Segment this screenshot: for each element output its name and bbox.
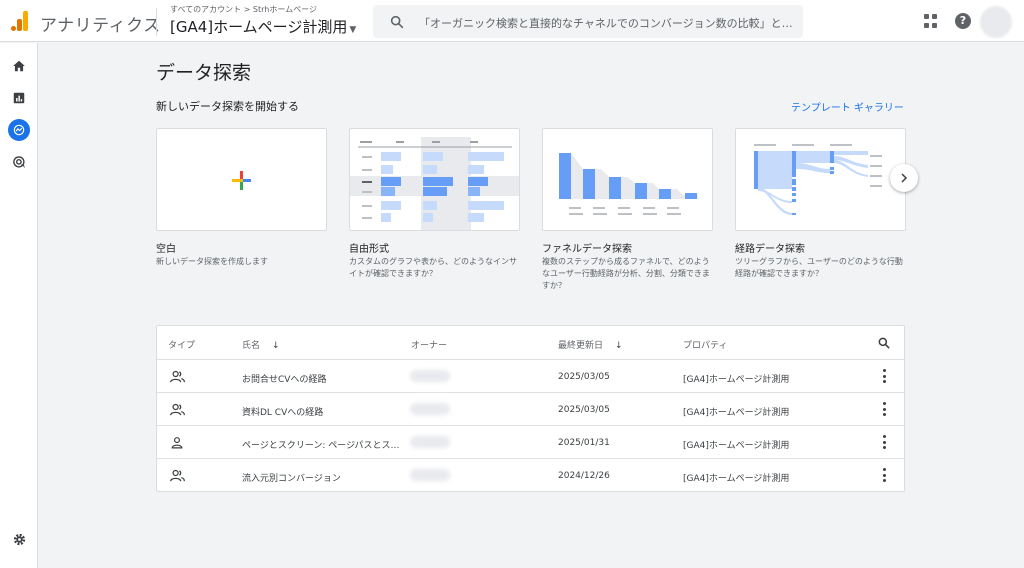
explorations-table: タイプ 氏名 ↓ オーナー 最終更新日 ↓ プロパティ お問合せCVへの経路 202… (156, 325, 905, 492)
header-updated-label: 最終更新日 (558, 341, 604, 351)
owner-avatar (410, 436, 450, 448)
more-vert-icon[interactable] (882, 402, 886, 416)
search-icon (390, 15, 404, 29)
template-desc-freeform: カスタムのグラフや表から、どのようなインサイトが確認できますか？ (349, 257, 517, 278)
home-icon[interactable] (8, 55, 30, 77)
sort-arrow-down-icon: ↓ (272, 341, 280, 351)
advertising-icon[interactable] (8, 151, 30, 173)
explore-icon[interactable] (8, 119, 30, 141)
shared-users-icon (170, 370, 185, 383)
row-name[interactable]: 資料DL CVへの経路 (242, 405, 323, 418)
left-nav (0, 43, 38, 568)
table-search-icon[interactable] (877, 336, 891, 350)
row-name[interactable]: お問合せCVへの経路 (242, 372, 326, 385)
more-vert-icon[interactable] (882, 369, 886, 383)
account-breadcrumb[interactable]: すべてのアカウント > Strhホームページ (170, 4, 317, 15)
search-bar[interactable]: 「オーガニック検索と直接的なチャネルでのコンバージョン数の比較」と検索 (373, 5, 803, 38)
property-selector[interactable]: [GA4]ホームページ計測用 ▼ (170, 16, 356, 37)
owner-avatar (410, 370, 450, 382)
row-updated: 2024/12/26 (558, 471, 610, 481)
template-card-freeform[interactable] (349, 128, 520, 231)
top-bar: アナリティクス すべてのアカウント > Strhホームページ [GA4]ホームペ… (0, 0, 1024, 42)
template-desc-blank: 新しいデータ探索を作成します (156, 257, 268, 266)
property-name: [GA4]ホームページ計測用 (170, 18, 348, 36)
template-desc-funnel: 複数のステップから成るファネルで、どのようなユーザー行動経路が分析、分割、分類で… (542, 257, 710, 290)
path-tree-thumbnail (754, 144, 882, 215)
page-title: データ探索 (156, 62, 252, 84)
avatar[interactable] (980, 6, 1012, 38)
analytics-logo[interactable] (11, 11, 29, 31)
chevron-right-icon (901, 173, 908, 183)
carousel-next-button[interactable] (890, 164, 918, 192)
single-user-icon (171, 437, 183, 449)
shared-users-icon (170, 469, 185, 482)
more-vert-icon[interactable] (882, 435, 886, 449)
owner-avatar (410, 469, 450, 481)
row-name[interactable]: 流入元別コンバージョン (242, 471, 341, 484)
template-title-path: 経路データ探索 (735, 244, 805, 255)
header-type[interactable]: タイプ (168, 338, 195, 351)
help-icon[interactable]: ? (955, 13, 971, 29)
divider (156, 8, 157, 36)
template-gallery-link[interactable]: テンプレート ギャラリー (791, 99, 904, 114)
template-title-funnel: ファネルデータ探索 (542, 244, 632, 255)
shared-users-icon (170, 403, 185, 416)
caret-down-icon: ▼ (349, 25, 357, 35)
table-row[interactable]: ページとスクリーン: ページパスとス… 2025/01/31 [GA4]ホームペ… (157, 425, 904, 458)
settings-icon[interactable] (8, 528, 30, 550)
table-row[interactable]: 流入元別コンバージョン 2024/12/26 [GA4]ホームページ計測用 (157, 458, 904, 491)
row-property: [GA4]ホームページ計測用 (683, 408, 790, 418)
more-vert-icon[interactable] (882, 468, 886, 482)
row-property: [GA4]ホームページ計測用 (683, 375, 790, 385)
header-name[interactable]: 氏名 ↓ (242, 338, 280, 351)
table-row[interactable]: 資料DL CVへの経路 2025/03/05 [GA4]ホームページ計測用 (157, 392, 904, 425)
template-title-blank: 空白 (156, 244, 176, 255)
search-placeholder: 「オーガニック検索と直接的なチャネルでのコンバージョン数の比較」と検索 (419, 17, 797, 30)
template-desc-path: ツリーグラフから、ユーザーのどのような行動経路が確認できますか？ (735, 257, 903, 278)
reports-icon[interactable] (8, 87, 30, 109)
template-card-blank[interactable] (156, 128, 327, 231)
row-property: [GA4]ホームページ計測用 (683, 474, 790, 484)
template-card-path[interactable] (735, 128, 906, 231)
header-name-label: 氏名 (242, 341, 261, 351)
row-updated: 2025/03/05 (558, 372, 610, 382)
template-title-freeform: 自由形式 (349, 244, 389, 255)
row-property: [GA4]ホームページ計測用 (683, 441, 790, 451)
template-card-funnel[interactable] (542, 128, 713, 231)
header-owner[interactable]: オーナー (411, 338, 447, 351)
table-row[interactable]: お問合せCVへの経路 2025/03/05 [GA4]ホームページ計測用 (157, 359, 904, 392)
owner-avatar (410, 403, 450, 415)
row-updated: 2025/03/05 (558, 405, 610, 415)
header-updated[interactable]: 最終更新日 ↓ (558, 338, 623, 351)
apps-grid-icon[interactable] (924, 14, 938, 28)
section-title: 新しいデータ探索を開始する (156, 100, 299, 113)
header-property[interactable]: プロパティ (683, 338, 727, 351)
row-updated: 2025/01/31 (558, 438, 610, 448)
app-title[interactable]: アナリティクス (40, 11, 161, 36)
plus-icon (232, 171, 251, 190)
sort-arrow-down-icon: ↓ (615, 341, 623, 351)
row-name[interactable]: ページとスクリーン: ページパスとス… (242, 438, 400, 451)
funnel-chart-thumbnail (559, 153, 698, 215)
freeform-table-thumbnail (350, 137, 519, 230)
